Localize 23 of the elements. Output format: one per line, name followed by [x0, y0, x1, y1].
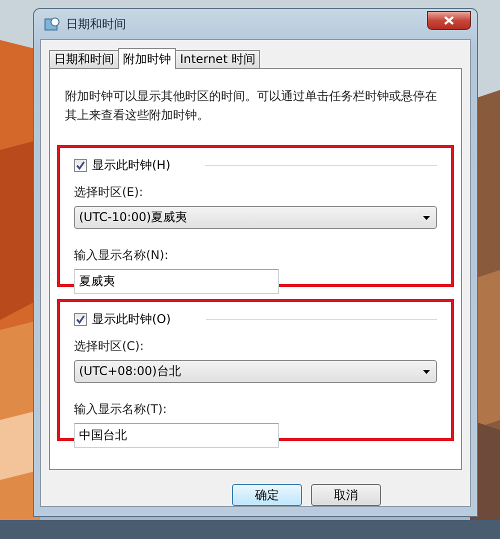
- field-label: 选择时区(C):: [74, 338, 145, 355]
- timezone-dropdown[interactable]: (UTC+08:00)台北: [74, 360, 437, 383]
- tab[interactable]: 日期和时间: [49, 50, 119, 68]
- name-field[interactable]: 中国台北: [74, 423, 279, 448]
- ok-button[interactable]: 确定: [232, 484, 302, 506]
- cancel-button[interactable]: 取消: [311, 484, 381, 506]
- tab[interactable]: Internet 时间: [175, 50, 260, 68]
- dropdown-arrow-icon: [423, 216, 430, 220]
- timezone-dropdown[interactable]: (UTC-10:00)夏威夷: [74, 206, 437, 229]
- field-label: 输入显示名称(N):: [74, 247, 170, 264]
- tab[interactable]: 附加时钟: [118, 48, 176, 69]
- field-label: 选择时区(E):: [74, 184, 144, 201]
- description-text: 附加时钟可以显示其他时区的时间。可以通过单击任务栏时钟或悬停在其上来查看这些附加时钟。: [65, 88, 438, 124]
- close-button[interactable]: [427, 10, 471, 30]
- checkbox[interactable]: [74, 313, 87, 326]
- name-field[interactable]: 夏威夷: [74, 269, 279, 294]
- checkbox-label: 显示此时钟(H): [92, 157, 170, 174]
- close-icon: [444, 16, 454, 24]
- window-title: 日期和时间: [66, 16, 126, 32]
- field-label: 输入显示名称(T):: [74, 401, 168, 418]
- checkbox-label: 显示此时钟(O): [92, 311, 171, 328]
- dropdown-arrow-icon: [423, 370, 430, 374]
- checkbox[interactable]: [74, 159, 87, 172]
